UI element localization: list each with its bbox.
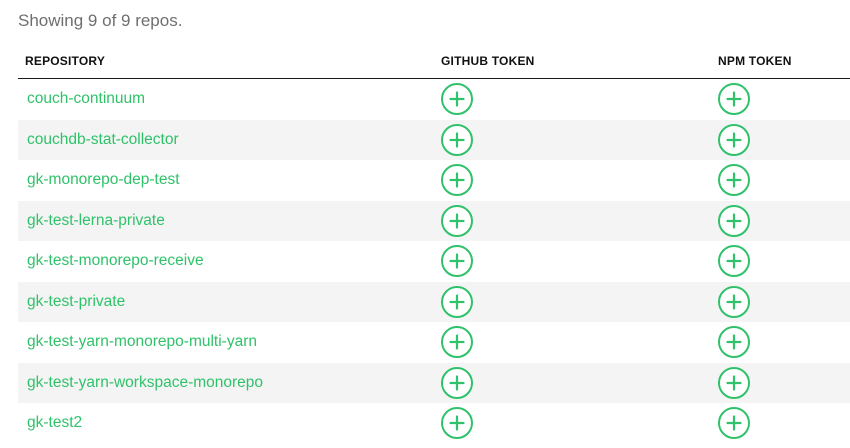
repo-link[interactable]: couchdb-stat-collector [27, 131, 179, 149]
add-npm-token-button[interactable] [718, 285, 750, 318]
plus-circle-icon [443, 409, 471, 437]
repo-link[interactable]: gk-test-yarn-workspace-monorepo [27, 374, 263, 392]
table-row: gk-test-yarn-workspace-monorepo [18, 362, 850, 403]
add-github-token-button[interactable] [441, 285, 473, 318]
table-row: couchdb-stat-collector [18, 119, 850, 160]
plus-circle-icon [443, 369, 471, 397]
column-header-npm-token: NPM TOKEN [718, 54, 792, 68]
table-row: gk-test-private [18, 281, 850, 322]
plus-circle-icon [720, 247, 748, 275]
table-body: couch-continuum couchdb-stat-collector gk-… [18, 79, 850, 444]
plus-circle-icon [720, 85, 748, 113]
table-row: gk-monorepo-dep-test [18, 160, 850, 201]
table-row: gk-test-yarn-monorepo-multi-yarn [18, 322, 850, 363]
add-npm-token-button[interactable] [718, 83, 750, 116]
add-npm-token-button[interactable] [718, 407, 750, 440]
table-row: couch-continuum [18, 79, 850, 120]
plus-circle-icon [443, 207, 471, 235]
repo-link[interactable]: gk-test2 [27, 414, 82, 432]
table-row: gk-test-monorepo-receive [18, 241, 850, 282]
repo-link[interactable]: couch-continuum [27, 90, 145, 108]
add-github-token-button[interactable] [441, 204, 473, 237]
plus-circle-icon [443, 328, 471, 356]
repo-link[interactable]: gk-test-lerna-private [27, 212, 165, 230]
plus-circle-icon [720, 409, 748, 437]
repo-count-summary: Showing 9 of 9 repos. [18, 11, 183, 30]
table-header: REPOSITORY GITHUB TOKEN NPM TOKEN [18, 44, 850, 79]
column-header-github-token: GITHUB TOKEN [441, 54, 535, 68]
repo-link[interactable]: gk-monorepo-dep-test [27, 171, 180, 189]
add-github-token-button[interactable] [441, 83, 473, 116]
add-npm-token-button[interactable] [718, 123, 750, 156]
column-header-repository: REPOSITORY [25, 54, 106, 68]
plus-circle-icon [443, 247, 471, 275]
plus-circle-icon [443, 166, 471, 194]
add-npm-token-button[interactable] [718, 245, 750, 278]
add-github-token-button[interactable] [441, 326, 473, 359]
repos-table: REPOSITORY GITHUB TOKEN NPM TOKEN couch-… [18, 44, 850, 444]
plus-circle-icon [443, 85, 471, 113]
add-github-token-button[interactable] [441, 366, 473, 399]
repo-link[interactable]: gk-test-private [27, 293, 125, 311]
table-row: gk-test2 [18, 403, 850, 444]
plus-circle-icon [443, 126, 471, 154]
add-npm-token-button[interactable] [718, 164, 750, 197]
add-npm-token-button[interactable] [718, 366, 750, 399]
table-row: gk-test-lerna-private [18, 200, 850, 241]
plus-circle-icon [720, 126, 748, 154]
plus-circle-icon [720, 207, 748, 235]
add-npm-token-button[interactable] [718, 204, 750, 237]
plus-circle-icon [443, 288, 471, 316]
add-github-token-button[interactable] [441, 164, 473, 197]
plus-circle-icon [720, 328, 748, 356]
plus-circle-icon [720, 166, 748, 194]
plus-circle-icon [720, 369, 748, 397]
repo-link[interactable]: gk-test-monorepo-receive [27, 252, 204, 270]
add-github-token-button[interactable] [441, 245, 473, 278]
plus-circle-icon [720, 288, 748, 316]
add-github-token-button[interactable] [441, 123, 473, 156]
add-npm-token-button[interactable] [718, 326, 750, 359]
repo-link[interactable]: gk-test-yarn-monorepo-multi-yarn [27, 333, 257, 351]
add-github-token-button[interactable] [441, 407, 473, 440]
